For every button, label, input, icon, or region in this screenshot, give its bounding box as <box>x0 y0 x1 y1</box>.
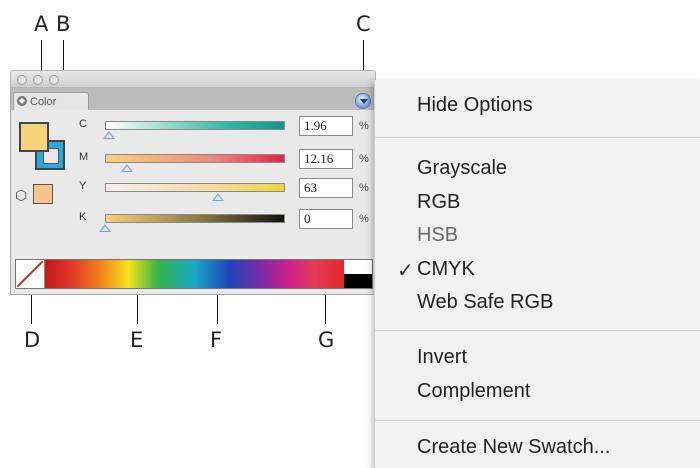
color-panel: ◆ Color ⬡ C 1.96 % M 12.16 % Y 63 % K 0 … <box>10 70 376 295</box>
color-spectrum[interactable] <box>45 260 344 288</box>
callout-f: F <box>210 328 223 352</box>
slider-thumb-c[interactable] <box>102 131 115 139</box>
unit-m: % <box>359 153 369 165</box>
out-of-gamut-icon[interactable]: ⬡ <box>15 188 29 202</box>
input-black[interactable]: 0 <box>299 209 353 229</box>
callout-c: C <box>356 12 371 36</box>
callout-a: A <box>34 12 49 36</box>
menu-item-web-safe-rgb[interactable]: Web Safe RGB <box>417 291 553 314</box>
panel-titlebar <box>10 70 376 88</box>
menu-item-cmyk[interactable]: CMYK <box>417 258 475 281</box>
zoom-window-button[interactable] <box>49 75 59 85</box>
panel-options-menu: Hide Options Grayscale RGB HSB ✓ CMYK We… <box>374 80 700 468</box>
menu-item-rgb[interactable]: RGB <box>417 191 460 214</box>
gamut-color-swatch[interactable] <box>33 184 53 204</box>
color-spectrum-bar <box>15 259 373 289</box>
fill-color-swatch[interactable] <box>19 122 49 152</box>
menu-item-create-new-swatch[interactable]: Create New Swatch... <box>417 436 610 459</box>
channel-label-k: K <box>79 211 87 223</box>
channel-label-c: C <box>79 118 87 130</box>
menu-separator <box>375 137 700 138</box>
black-white-swatches <box>344 260 372 288</box>
slider-magenta[interactable] <box>105 154 285 163</box>
panel-menu-button[interactable] <box>355 93 371 109</box>
slider-cyan[interactable] <box>105 121 285 130</box>
color-panel-icon: ◆ <box>17 96 27 106</box>
channel-label-y: Y <box>79 180 87 192</box>
close-window-button[interactable] <box>17 75 27 85</box>
menu-item-invert[interactable]: Invert <box>417 346 467 369</box>
tab-color[interactable]: ◆ Color <box>13 92 89 110</box>
panel-tab-row: ◆ Color <box>10 88 376 110</box>
black-swatch[interactable] <box>344 274 372 288</box>
input-magenta[interactable]: 12.16 <box>299 149 353 169</box>
slider-thumb-k[interactable] <box>99 224 111 232</box>
slider-yellow[interactable] <box>105 183 285 192</box>
callout-b: B <box>56 12 71 36</box>
menu-separator <box>375 420 700 421</box>
callout-d: D <box>24 328 41 352</box>
input-cyan[interactable]: 1.96 <box>299 116 353 136</box>
white-swatch[interactable] <box>344 260 372 274</box>
input-yellow[interactable]: 63 <box>299 178 353 198</box>
tab-color-label: Color <box>30 96 57 108</box>
unit-c: % <box>359 120 369 132</box>
unit-k: % <box>359 213 369 225</box>
menu-separator <box>375 330 700 331</box>
menu-item-hide-options[interactable]: Hide Options <box>417 94 533 117</box>
slider-thumb-y[interactable] <box>212 193 225 201</box>
checkmark-icon: ✓ <box>397 260 414 282</box>
slider-black[interactable] <box>105 214 285 223</box>
slider-thumb-m[interactable] <box>120 164 133 172</box>
callout-g: G <box>318 328 335 352</box>
menu-item-grayscale[interactable]: Grayscale <box>417 157 507 180</box>
menu-item-complement[interactable]: Complement <box>417 380 530 403</box>
none-color-box[interactable] <box>16 260 45 288</box>
menu-item-hsb[interactable]: HSB <box>417 224 458 247</box>
panel-body: ⬡ C 1.96 % M 12.16 % Y 63 % K 0 % <box>10 110 376 295</box>
unit-y: % <box>359 182 369 194</box>
minimize-window-button[interactable] <box>33 75 43 85</box>
callout-e: E <box>130 328 144 352</box>
channel-label-m: M <box>79 151 89 163</box>
